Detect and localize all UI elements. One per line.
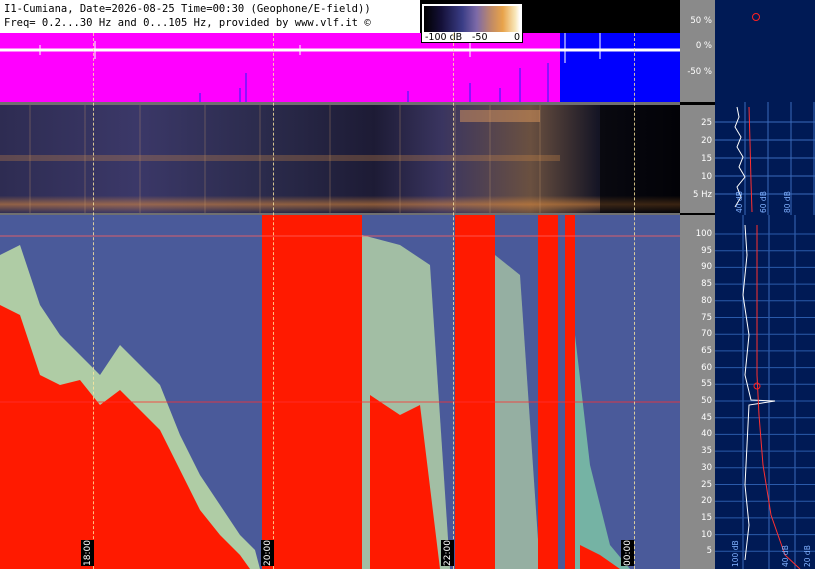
- high-frequency-tick: 85: [701, 279, 712, 290]
- high-frequency-tick: 30: [701, 462, 712, 473]
- time-label-1800: 18:00: [81, 540, 94, 566]
- high-frequency-tick: 15: [701, 512, 712, 523]
- high-frequency-tick: 25: [701, 479, 712, 490]
- high-frequency-side-plot: [715, 215, 815, 569]
- amplitude-trace: [0, 33, 680, 102]
- high-frequency-tick: 100: [695, 229, 712, 239]
- low-frequency-streaks: [0, 105, 680, 213]
- high-frequency-tick: 50: [701, 396, 712, 406]
- high-frequency-tick: 35: [701, 446, 712, 457]
- color-scale: -100 dB -50 0: [421, 3, 523, 43]
- high-frequency-tick: 55: [701, 379, 712, 390]
- low-frequency-axis: 25 20 15 10 5 Hz: [680, 105, 715, 213]
- amplitude-axis: 50 % 0 % -50 %: [680, 0, 715, 102]
- high-frequency-tick: 20: [701, 496, 712, 507]
- time-marker-1800: [93, 33, 94, 569]
- color-scale-label-min: -100 dB: [425, 32, 463, 43]
- header: I1-Cumiana, Date=2026-08-25 Time=00:30 (…: [0, 0, 420, 33]
- time-label-2200: 22:00: [441, 540, 454, 566]
- low-side-db-label: 60 dB: [759, 191, 768, 213]
- time-marker-2200: [453, 33, 454, 569]
- amplitude-side-panel: [715, 0, 815, 102]
- high-frequency-tick: 10: [701, 529, 712, 540]
- color-scale-gradient: [424, 6, 520, 32]
- low-side-db-label: 80 dB: [783, 191, 792, 213]
- high-frequency-tick: 95: [701, 245, 712, 256]
- high-frequency-tick: 45: [701, 412, 712, 423]
- amplitude-tick: 50 %: [690, 16, 712, 26]
- high-frequency-tick: 90: [701, 262, 712, 273]
- frequency-line: Freq= 0.2...30 Hz and 0...105 Hz, provid…: [4, 17, 371, 29]
- high-frequency-tick: 80: [701, 295, 712, 306]
- time-label-2000: 20:00: [261, 540, 274, 566]
- high-side-db-label: 100 dB: [731, 540, 740, 567]
- time-marker-2000: [273, 33, 274, 569]
- amplitude-panel: [0, 33, 680, 102]
- high-side-db-label: 40 dB: [781, 545, 790, 567]
- high-frequency-spectrogram: [0, 215, 680, 569]
- time-label-0000: 00:00: [621, 540, 634, 566]
- color-scale-label-max: 0: [514, 32, 521, 43]
- high-frequency-tick: 40: [701, 429, 712, 440]
- high-frequency-tick: 65: [701, 345, 712, 356]
- high-frequency-tick: 5: [706, 546, 712, 557]
- low-frequency-tick: 20: [701, 136, 712, 146]
- high-frequency-intensity: [0, 215, 680, 569]
- high-frequency-side-panel: 100 dB 40 dB 20 dB: [715, 215, 815, 569]
- low-frequency-spectrogram: [0, 105, 680, 213]
- low-frequency-tick: 15: [701, 154, 712, 164]
- low-side-db-label: 40 dB: [735, 191, 744, 213]
- high-frequency-tick: 60: [701, 362, 712, 373]
- low-frequency-tick: 25: [701, 118, 712, 128]
- high-side-db-label: 20 dB: [803, 545, 812, 567]
- amplitude-tick: -50 %: [687, 67, 712, 77]
- color-scale-label-mid: -50: [472, 32, 488, 43]
- spectrogram-viewer: I1-Cumiana, Date=2026-08-25 Time=00:30 (…: [0, 0, 815, 569]
- amplitude-tick: 0 %: [695, 41, 712, 51]
- amplitude-side-marker: [752, 13, 760, 21]
- low-frequency-side-panel: 40 dB 60 dB 80 dB: [715, 102, 815, 215]
- title-line: I1-Cumiana, Date=2026-08-25 Time=00:30 (…: [4, 3, 371, 15]
- low-frequency-tick: 10: [701, 172, 712, 182]
- high-frequency-axis: 100 95 90 85 80 75 70 65 60 55 50 45 40 35 30 25 20 15 10 5: [680, 215, 715, 569]
- low-frequency-tick: 5 Hz: [693, 190, 712, 200]
- high-frequency-tick: 70: [701, 329, 712, 340]
- high-frequency-tick: 75: [701, 312, 712, 323]
- time-marker-0000: [634, 33, 635, 569]
